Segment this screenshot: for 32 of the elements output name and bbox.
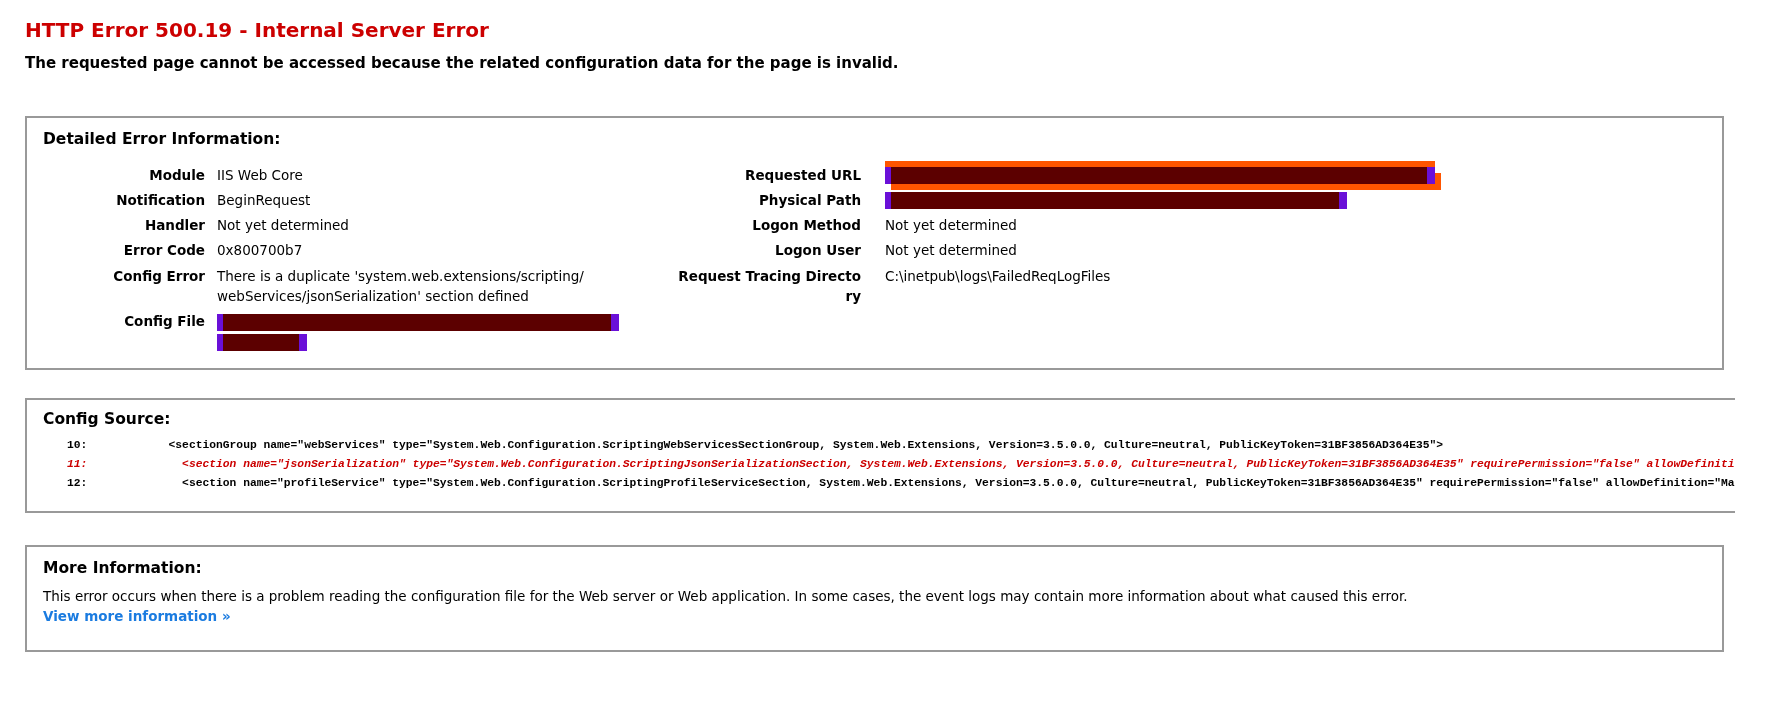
error-subtitle: The requested page cannot be accessed because the related configuration data for the page is invalid. bbox=[25, 54, 900, 72]
field-label: Logon User bbox=[775, 242, 861, 259]
line-number: 11: bbox=[66, 457, 89, 473]
info-text: This error occurs when there is a problem reading the configuration file for the Web server or Web application. In some cases, the event logs may contain more information about what caused this error. bbox=[43, 586, 1409, 606]
section-heading: More Information: bbox=[43, 559, 203, 578]
field-label: Error Code bbox=[123, 242, 205, 259]
line-number: 12: bbox=[66, 476, 89, 492]
code-line: <section name="profileService" type="System.Web.Configuration.ScriptingProfileServiceSection, System.Web.Extensions, Version=3.5.0.0, Culture=neutral, PublicKeyToken=31BF3856AD364E35" requirePermission="false" allowDefinition="Ma bbox=[181, 477, 1735, 490]
field-label: Notification bbox=[116, 191, 205, 208]
field-label: Module bbox=[149, 166, 205, 183]
code-line: <sectionGroup name="webServices" type="System.Web.Configuration.ScriptingWebServicesSectionGroup, System.Web.Extensions, Version=3.5.0.0, Culture=neutral, PublicKeyToken=31BF3856AD364E35"> bbox=[167, 439, 1444, 452]
field-label: Request Tracing Directory bbox=[678, 267, 861, 304]
error-title: HTTP Error 500.19 - Internal Server Error bbox=[25, 18, 490, 42]
field-value: There is a duplicate 'system.web.extensions/scripting/webServices/jsonSerialization' section defined bbox=[217, 267, 584, 304]
section-heading: Detailed Error Information: bbox=[43, 130, 282, 149]
field-value: Not yet determined bbox=[217, 217, 349, 234]
more-info-link[interactable]: View more information » bbox=[43, 608, 231, 625]
field-label: Handler bbox=[144, 217, 205, 234]
field-label: Physical Path bbox=[758, 191, 861, 208]
line-number: 10: bbox=[66, 438, 89, 454]
field-label: Config File bbox=[124, 313, 205, 330]
field-value: C:\inetpub\logs\FailedReqLogFiles bbox=[885, 267, 1111, 284]
code-line: <section name="jsonSerialization" type="System.Web.Configuration.ScriptingJsonSerializationSection, System.Web.Extensions, Version=3.5.0.0, Culture=neutral, PublicKeyToken=31BF3856AD364E35" requirePermission="false" allowDefiniti bbox=[181, 458, 1735, 471]
field-label: Config Error bbox=[113, 267, 205, 284]
field-label: Logon Method bbox=[752, 217, 861, 234]
field-value: Not yet determined bbox=[885, 217, 1017, 234]
field-value: Not yet determined bbox=[885, 242, 1017, 259]
field-value: 0x800700b7 bbox=[217, 242, 303, 259]
field-value: BeginRequest bbox=[217, 191, 311, 208]
field-label: Requested URL bbox=[745, 166, 861, 183]
field-value: IIS Web Core bbox=[217, 166, 303, 183]
section-heading: Config Source: bbox=[43, 409, 172, 429]
